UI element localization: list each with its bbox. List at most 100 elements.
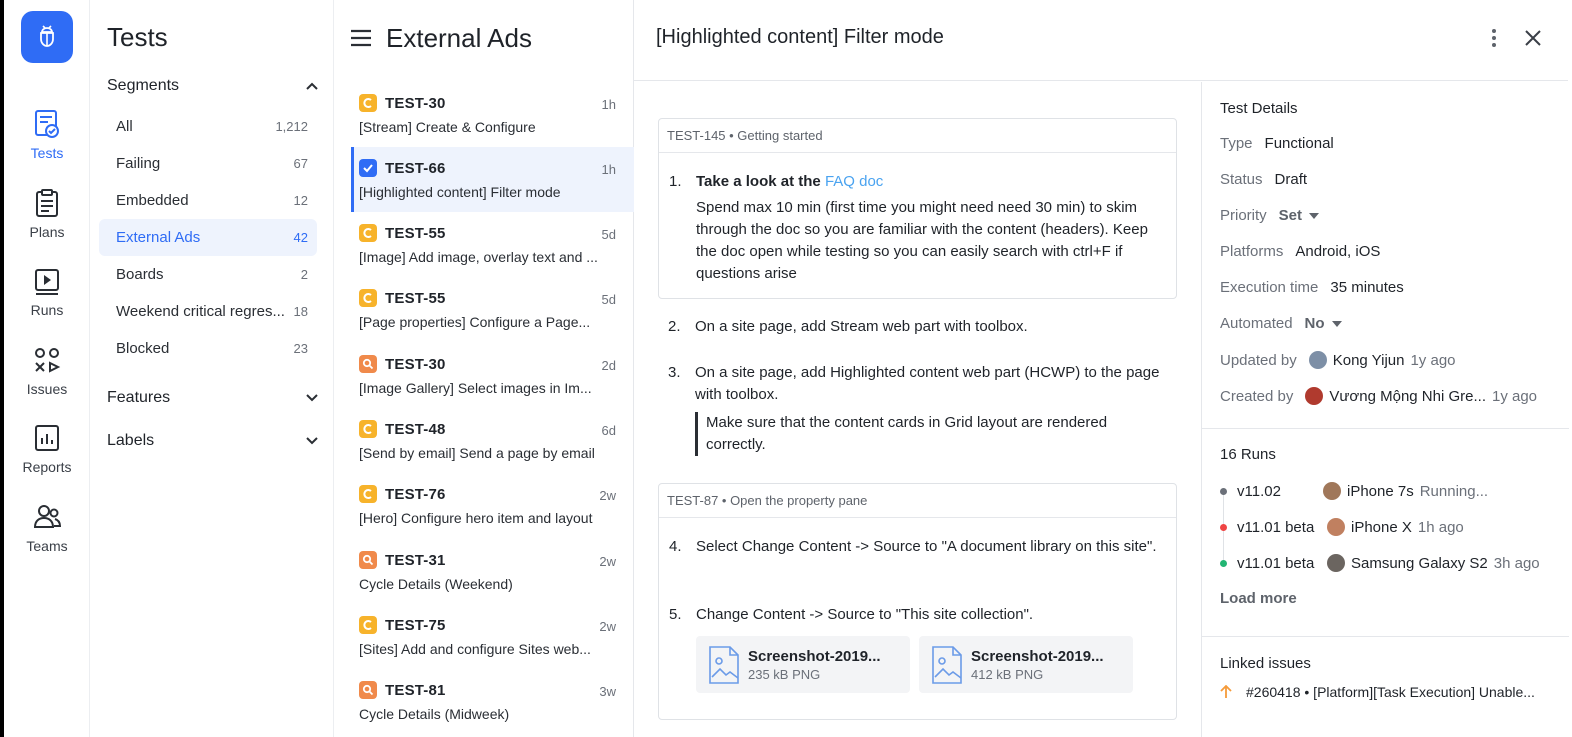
test-row[interactable]: TEST-81 3w Cycle Details (Midweek) xyxy=(351,669,634,734)
features-group-toggle[interactable]: Features xyxy=(107,389,319,407)
test-id: TEST-55 xyxy=(385,289,446,307)
faq-doc-link[interactable]: FAQ doc xyxy=(825,173,883,190)
load-more-button[interactable]: Load more xyxy=(1220,590,1297,607)
platforms-value: Android, iOS xyxy=(1295,243,1381,260)
test-desc: [Hero] Configure hero item and layout xyxy=(359,510,593,526)
test-row[interactable]: TEST-75 2w [Sites] Add and configure Sit… xyxy=(351,604,634,669)
segment-item-all[interactable]: All 1,212 xyxy=(99,108,317,145)
run-status-dot xyxy=(1220,559,1227,567)
execution-time-label: Execution time xyxy=(1220,279,1319,296)
rail-item-issues[interactable]: Issues xyxy=(4,345,90,397)
segment-item-weekend-critical[interactable]: Weekend critical regres... 18 xyxy=(99,293,317,330)
step-note: Make sure that the content cards in Grid… xyxy=(695,412,1165,456)
step-text: Change Content -> Source to "This site c… xyxy=(696,606,1034,623)
step-text: Select Change Content -> Source to "A do… xyxy=(696,538,1157,555)
image-file-icon xyxy=(709,645,739,684)
test-age: 1h xyxy=(601,162,616,177)
test-row[interactable]: TEST-30 2d [Image Gallery] Select images… xyxy=(351,343,634,408)
test-type-c-icon xyxy=(359,616,377,634)
run-status-dot xyxy=(1220,487,1227,495)
step-group-header: TEST-145 • Getting started xyxy=(659,119,1176,153)
segment-item-boards[interactable]: Boards 2 xyxy=(99,256,317,293)
run-row[interactable]: v11.02 iPhone 7s Running... xyxy=(1220,482,1488,500)
labels-group-toggle[interactable]: Labels xyxy=(107,432,319,450)
updated-by-label: Updated by xyxy=(1220,351,1297,369)
run-version: v11.01 beta xyxy=(1237,518,1315,536)
test-details-panel: Test Details Type Functional Status Draf… xyxy=(1201,82,1569,737)
step-number: 1. xyxy=(669,173,682,190)
arrow-up-icon xyxy=(1220,685,1232,698)
menu-icon[interactable] xyxy=(350,29,372,47)
more-options-button[interactable] xyxy=(1482,24,1506,52)
status-value: Draft xyxy=(1274,171,1308,188)
avatar xyxy=(1327,518,1345,536)
app-logo[interactable] xyxy=(21,11,73,63)
test-type-search-icon xyxy=(359,355,377,373)
segment-item-failing[interactable]: Failing 67 xyxy=(99,145,317,182)
test-desc: Cycle Details (Midweek) xyxy=(359,706,510,722)
features-group-label: Features xyxy=(107,389,171,406)
segment-count: 2 xyxy=(300,267,308,282)
test-row[interactable]: TEST-48 6d [Send by email] Send a page b… xyxy=(351,408,634,473)
chart-icon xyxy=(32,423,62,453)
test-age: 2d xyxy=(601,358,616,373)
segments-group-label: Segments xyxy=(107,77,180,94)
play-icon xyxy=(32,266,62,296)
checkbox-checked-icon[interactable] xyxy=(359,159,377,177)
test-type-search-icon xyxy=(359,551,377,569)
test-row[interactable]: TEST-31 2w Cycle Details (Weekend) xyxy=(351,539,634,604)
test-age: 3w xyxy=(599,684,616,699)
test-row-selected[interactable]: TEST-66 1h [Highlighted content] Filter … xyxy=(351,147,634,212)
rail-item-tests[interactable]: Tests xyxy=(4,109,90,161)
rail-item-teams[interactable]: Teams xyxy=(4,502,90,554)
rail-label-teams: Teams xyxy=(26,538,68,554)
linked-issues-title: Linked issues xyxy=(1220,655,1311,672)
linked-issue-item[interactable]: #260418 • [Platform][Task Execution] Una… xyxy=(1220,684,1535,700)
type-value: Functional xyxy=(1264,135,1334,152)
step-text: On a site page, add Highlighted content … xyxy=(695,364,1160,403)
segments-group-toggle[interactable]: Segments xyxy=(107,77,319,95)
priority-dropdown[interactable]: Set xyxy=(1278,207,1320,224)
app-rail: Tests Plans Runs Issues Reports Teams xyxy=(4,0,90,737)
test-desc: [Sites] Add and configure Sites web... xyxy=(359,641,591,657)
segment-item-embedded[interactable]: Embedded 12 xyxy=(99,182,317,219)
attachment-file[interactable]: Screenshot-2019... 235 kB PNG xyxy=(696,636,910,693)
automated-dropdown[interactable]: No xyxy=(1305,315,1342,332)
caret-down-icon xyxy=(1309,212,1320,219)
created-by-label: Created by xyxy=(1220,387,1294,405)
segment-count: 1,212 xyxy=(275,119,308,134)
execution-time-value: 35 minutes xyxy=(1330,279,1404,296)
test-type-c-icon xyxy=(359,420,377,438)
run-row[interactable]: v11.01 beta iPhone X 1h ago xyxy=(1220,518,1464,536)
run-row[interactable]: v11.01 beta Samsung Galaxy S2 3h ago xyxy=(1220,554,1540,572)
list-title: External Ads xyxy=(386,22,532,53)
test-row[interactable]: TEST-76 2w [Hero] Configure hero item an… xyxy=(351,473,634,538)
type-label: Type xyxy=(1220,135,1253,152)
close-button[interactable] xyxy=(1520,24,1546,52)
status-label: Status xyxy=(1220,171,1263,188)
run-status: 1h ago xyxy=(1417,518,1464,536)
test-row[interactable]: TEST-30 1h [Stream] Create & Configure xyxy=(351,82,634,147)
step-number: 4. xyxy=(669,538,682,555)
attachment-file[interactable]: Screenshot-2019... 412 kB PNG xyxy=(919,636,1133,693)
rail-item-runs[interactable]: Runs xyxy=(4,266,90,318)
segment-count: 23 xyxy=(293,341,308,356)
test-row[interactable]: TEST-55 5d [Image] Add image, overlay te… xyxy=(351,212,634,277)
chevron-down-icon xyxy=(306,437,318,445)
rail-item-plans[interactable]: Plans xyxy=(4,188,90,240)
segment-item-blocked[interactable]: Blocked 23 xyxy=(99,330,317,367)
test-list-panel: External Ads TEST-30 1h [Stream] Create … xyxy=(334,0,634,737)
run-device: Samsung Galaxy S2 xyxy=(1351,554,1488,572)
kebab-menu-icon xyxy=(1492,29,1496,47)
test-row[interactable]: TEST-55 5d [Page properties] Configure a… xyxy=(351,277,634,342)
test-type-c-icon xyxy=(359,224,377,242)
priority-value: Set xyxy=(1278,207,1303,224)
updated-by-name[interactable]: Kong Yijun xyxy=(1333,352,1405,369)
linked-issue-text: #260418 • [Platform][Task Execution] Una… xyxy=(1246,684,1535,700)
segment-item-external-ads[interactable]: External Ads 42 xyxy=(99,219,317,256)
created-by-name[interactable]: Vương Mộng Nhi Gre... xyxy=(1329,388,1486,405)
image-file-icon xyxy=(932,645,962,684)
rail-item-reports[interactable]: Reports xyxy=(4,423,90,475)
segment-count: 12 xyxy=(293,193,308,208)
run-version: v11.01 beta xyxy=(1237,554,1315,572)
